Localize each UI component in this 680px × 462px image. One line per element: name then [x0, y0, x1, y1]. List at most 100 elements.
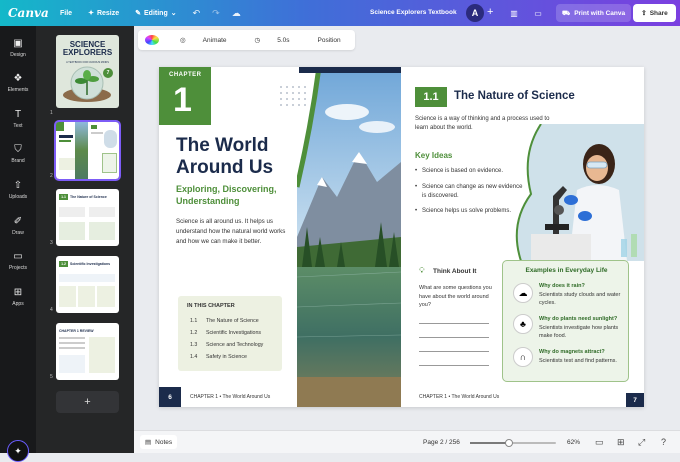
examples-heading: Examples in Everyday Life	[525, 267, 608, 274]
analytics-icon[interactable]: ▥	[505, 4, 523, 22]
writing-line	[419, 365, 489, 366]
plant-icon: ♣	[513, 314, 533, 334]
rail-label: Projects	[8, 265, 28, 271]
rail-item-projects[interactable]: ▭ Projects	[0, 251, 36, 271]
rail-item-design[interactable]: ▣ Design	[0, 38, 36, 58]
toc-item[interactable]: 1.4 Safety in Science	[190, 354, 247, 360]
zoom-level[interactable]: 62%	[567, 439, 580, 446]
resize-button[interactable]: ✦ Resize	[88, 9, 120, 18]
editing-mode-dropdown[interactable]: ✎ Editing ⌄	[135, 9, 177, 18]
toc-title: The Nature of Science	[206, 318, 259, 324]
thumb4-block	[97, 286, 115, 307]
rail-item-elements[interactable]: ❖ Elements	[0, 73, 36, 93]
page-thumbnail-2[interactable]	[54, 120, 121, 181]
thumb-photo	[75, 122, 88, 179]
right-page-number: 7	[626, 393, 644, 407]
zoom-slider-knob[interactable]	[504, 439, 513, 447]
rail-label: Elements	[7, 87, 29, 93]
notes-icon: ▤	[145, 439, 152, 446]
bottom-bar: ▤ Notes Page 2 / 256 62% ▭ ⊞ ⤢ ?	[134, 430, 680, 453]
add-page-button[interactable]: +	[56, 391, 119, 413]
animate-button[interactable]: ◎ Animate	[166, 36, 241, 45]
cloud-upload-icon: ⇧	[13, 180, 23, 191]
toc-item[interactable]: 1.2 Scientific Investigations	[190, 330, 261, 336]
rail-label: Apps	[12, 301, 24, 307]
truck-icon: ⛟	[562, 9, 571, 17]
page-indicator[interactable]: Page 2 / 256	[423, 439, 460, 446]
help-icon[interactable]: ?	[661, 437, 666, 447]
print-with-canva-button[interactable]: ⛟ Print with Canva	[556, 4, 632, 22]
pages-panel: SCIENCE EXPLORERS A TEXTBOOK FOR CURIOUS…	[36, 26, 134, 453]
thumb-text-line	[91, 132, 103, 134]
pen-icon: ✐	[13, 216, 23, 227]
animate-label: Animate	[202, 36, 227, 44]
grid-view-icon[interactable]: ⊞	[617, 437, 625, 448]
chevron-down-icon: ⌄	[170, 10, 177, 17]
duration-button[interactable]: ◷ 5.0s	[241, 36, 304, 45]
left-footer: CHAPTER 1 • The World Around Us	[190, 394, 271, 400]
example-answer: Scientists test and find patterns.	[539, 358, 617, 364]
position-label: Position	[317, 36, 341, 44]
rail-item-draw[interactable]: ✐ Draw	[0, 216, 36, 236]
rail-item-brand[interactable]: ⛉ Brand	[0, 144, 36, 164]
thumb5-line	[59, 342, 85, 344]
section-number-badge: 1.1	[415, 87, 447, 107]
notes-label: Notes	[155, 438, 173, 446]
rail-item-apps[interactable]: ⊞ Apps	[0, 287, 36, 307]
toc-title: Safety in Science	[206, 354, 247, 360]
thumb3-block	[59, 207, 85, 217]
page-thumbnail-1[interactable]: SCIENCE EXPLORERS A TEXTBOOK FOR CURIOUS…	[56, 35, 119, 108]
toc-title: Scientific Investigations	[206, 330, 262, 336]
example-answer: Scientists study clouds and water cycles…	[539, 292, 621, 306]
text-icon: T	[14, 109, 22, 120]
page-thumbnail-3[interactable]: 1.1 The Nature of Science	[56, 189, 119, 246]
share-button[interactable]: ⇪ Share	[633, 4, 676, 22]
thumb4-block	[59, 274, 115, 282]
thumb3-block	[59, 222, 85, 240]
canva-logo[interactable]: Canva	[8, 6, 60, 20]
rail-label: Uploads	[8, 194, 28, 200]
key-idea-item: Science can change as new evidence is di…	[415, 183, 525, 201]
magnet-icon: ∩	[513, 347, 533, 367]
key-idea-text: Science helps us solve problems.	[422, 208, 512, 214]
zoom-slider[interactable]	[470, 439, 556, 447]
thumb5-block	[59, 355, 85, 373]
cloud-save-icon[interactable]: ☁	[232, 8, 241, 19]
textbook-spread[interactable]: CHAPTER 1 The World Around Us Exploring,…	[159, 67, 644, 407]
title-line-2: Around Us	[176, 157, 274, 178]
thumb3-block	[89, 207, 115, 217]
resize-label: Resize	[96, 9, 120, 17]
chapter-label: CHAPTER	[169, 72, 202, 78]
page-thumbnail-4[interactable]: 1.2 Scientific Investigations	[56, 256, 119, 313]
page-thumbnail-5[interactable]: CHAPTER 1 REVIEW	[56, 323, 119, 380]
color-picker-button[interactable]	[138, 35, 166, 45]
toc-item[interactable]: 1.3 Science and Technology	[190, 342, 263, 348]
left-page[interactable]: CHAPTER 1 The World Around Us Exploring,…	[159, 67, 401, 407]
pages-view-icon[interactable]: ▭	[595, 437, 604, 448]
redo-icon[interactable]: ↷	[212, 8, 220, 19]
position-button[interactable]: Position	[304, 37, 355, 44]
key-idea-item: Science helps us solve problems.	[415, 207, 525, 216]
mountain-lake-photo[interactable]	[297, 67, 401, 407]
document-title[interactable]: Science Explorers Textbook	[370, 9, 457, 16]
thumb4-badge: 1.2	[59, 261, 68, 267]
file-menu[interactable]: File	[60, 10, 72, 17]
avatar[interactable]: A	[466, 4, 484, 22]
notes-button[interactable]: ▤ Notes	[140, 435, 178, 449]
cover-globe-plant-image	[63, 66, 111, 102]
undo-icon[interactable]: ↶	[193, 8, 201, 19]
fullscreen-icon[interactable]: ⤢	[638, 437, 645, 448]
in-this-chapter-box: IN THIS CHAPTER 1.1 The Nature of Science…	[178, 296, 282, 371]
add-collaborator-icon[interactable]: +	[487, 6, 493, 18]
comments-icon[interactable]: ▭	[529, 4, 547, 22]
girl-with-microscope-photo[interactable]	[511, 124, 644, 261]
right-page[interactable]: 1.1 The Nature of Science Science is a w…	[401, 67, 644, 407]
rail-item-uploads[interactable]: ⇧ Uploads	[0, 180, 36, 200]
toc-item[interactable]: 1.1 The Nature of Science	[190, 318, 259, 324]
writing-line	[419, 351, 489, 352]
writing-line	[419, 323, 489, 324]
magic-assistant-icon[interactable]: ✦	[7, 440, 29, 462]
toc-num: 1.2	[190, 330, 198, 336]
chapter-intro-text: Science is all around us. It helps us un…	[176, 218, 286, 245]
rail-item-text[interactable]: T Text	[0, 109, 36, 129]
